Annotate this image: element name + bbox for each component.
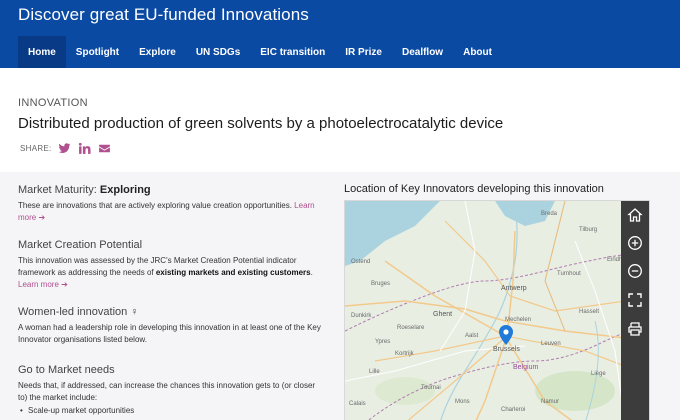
arrow-right-icon: ➔ bbox=[38, 213, 46, 222]
map-label: Mons bbox=[455, 399, 470, 405]
nav-home[interactable]: Home bbox=[18, 36, 66, 68]
share-label: SHARE: bbox=[20, 144, 52, 153]
location-pin-icon[interactable] bbox=[499, 325, 513, 345]
map-label: Calais bbox=[349, 401, 366, 407]
linkedin-icon[interactable] bbox=[78, 142, 91, 155]
home-icon[interactable] bbox=[627, 207, 643, 223]
map-label: Mechelen bbox=[505, 317, 532, 323]
go-to-market-heading: Go to Market needs bbox=[18, 364, 115, 376]
map-label: Liège bbox=[591, 371, 606, 377]
nav-spotlight[interactable]: Spotlight bbox=[66, 36, 129, 68]
zoom-out-icon[interactable] bbox=[627, 263, 643, 279]
women-led-label: Women-led innovation bbox=[18, 306, 128, 318]
innovation-header: INNOVATION Distributed production of gre… bbox=[0, 68, 680, 172]
site-title[interactable]: Discover great EU-funded Innovations bbox=[18, 5, 309, 25]
female-icon: ♀ bbox=[130, 306, 139, 318]
map-label: Ypres bbox=[375, 339, 391, 345]
map-label: Breda bbox=[541, 211, 558, 217]
share-bar: SHARE: bbox=[20, 142, 118, 155]
map-label: Leuven bbox=[541, 341, 561, 347]
map-label: Bruges bbox=[371, 281, 391, 287]
women-led-heading: Women-led innovation ♀ bbox=[18, 306, 323, 318]
map-label: Ghent bbox=[433, 311, 453, 318]
nav-dealflow[interactable]: Dealflow bbox=[392, 36, 453, 68]
market-creation-body-end: . bbox=[310, 268, 313, 277]
market-creation-text: This innovation was assessed by the JRC'… bbox=[18, 255, 323, 291]
map-base bbox=[345, 201, 649, 420]
map-label: Roeselare bbox=[397, 325, 425, 331]
market-maturity-label: Market Maturity: bbox=[18, 184, 100, 196]
twitter-icon[interactable] bbox=[58, 142, 71, 155]
nav-ir-prize[interactable]: IR Prize bbox=[335, 36, 392, 68]
learn-more-label: Learn more bbox=[18, 280, 59, 289]
map-label: Brussels bbox=[493, 346, 520, 353]
map-label: Namur bbox=[541, 399, 560, 405]
go-to-market-section: Go to Market needs Needs that, if addres… bbox=[18, 364, 323, 415]
zoom-in-icon[interactable] bbox=[627, 235, 643, 251]
go-to-market-text: Needs that, if addressed, can increase t… bbox=[18, 381, 316, 402]
map-label: Kortrijk bbox=[395, 351, 414, 357]
innovation-eyebrow: INNOVATION bbox=[18, 97, 88, 109]
map-label: Antwerp bbox=[501, 285, 527, 292]
market-maturity-text: These are innovations that are actively … bbox=[18, 200, 323, 224]
map-label: Tilburg bbox=[579, 227, 598, 233]
market-maturity-section: Market Maturity: Exploring These are inn… bbox=[18, 184, 323, 224]
map-label: Hasselt bbox=[579, 309, 600, 315]
market-maturity-heading: Market Maturity: Exploring bbox=[18, 184, 323, 196]
women-led-section: Women-led innovation ♀ A woman had a lea… bbox=[18, 306, 323, 346]
page-title: Distributed production of green solvents… bbox=[18, 115, 504, 132]
women-led-text: A woman had a leadership role in develop… bbox=[18, 323, 321, 344]
map-controls bbox=[621, 201, 649, 420]
main-nav: Home Spotlight Explore UN SDGs EIC trans… bbox=[18, 36, 502, 68]
email-icon[interactable] bbox=[98, 142, 111, 155]
market-creation-emphasis: existing markets and existing customers bbox=[155, 268, 311, 277]
arrow-right-icon: ➔ bbox=[61, 280, 68, 289]
nav-eic-transition[interactable]: EIC transition bbox=[250, 36, 335, 68]
market-maturity-value: Exploring bbox=[99, 184, 151, 196]
map-label: Tournai bbox=[421, 385, 441, 391]
map-label: Dunkirk bbox=[351, 313, 372, 319]
market-creation-section: Market Creation Potential This innovatio… bbox=[18, 239, 323, 291]
market-creation-heading: Market Creation Potential bbox=[18, 239, 143, 251]
map-label: Charleroi bbox=[501, 407, 526, 413]
map-label: Lille bbox=[369, 369, 380, 375]
innovators-map[interactable]: Ostend Bruges Ghent Antwerp Brussels Bel… bbox=[344, 200, 650, 420]
map-title: Location of Key Innovators developing th… bbox=[344, 183, 604, 195]
map-label: Turnhout bbox=[557, 271, 581, 277]
site-header: Discover great EU-funded Innovations Hom… bbox=[0, 0, 680, 68]
map-label: Aalst bbox=[465, 333, 479, 339]
nav-about[interactable]: About bbox=[453, 36, 502, 68]
market-maturity-body: These are innovations that are actively … bbox=[18, 201, 292, 210]
nav-un-sdgs[interactable]: UN SDGs bbox=[186, 36, 250, 68]
learn-more-link-creation[interactable]: Learn more ➔ bbox=[18, 280, 68, 289]
content-area: Market Maturity: Exploring These are inn… bbox=[0, 172, 680, 420]
print-icon[interactable] bbox=[627, 321, 643, 337]
map-label: Belgium bbox=[513, 364, 539, 371]
fullscreen-icon[interactable] bbox=[627, 292, 643, 308]
list-item: Scale-up market opportunities bbox=[18, 406, 323, 415]
map-label: Ostend bbox=[351, 259, 371, 265]
nav-explore[interactable]: Explore bbox=[129, 36, 186, 68]
